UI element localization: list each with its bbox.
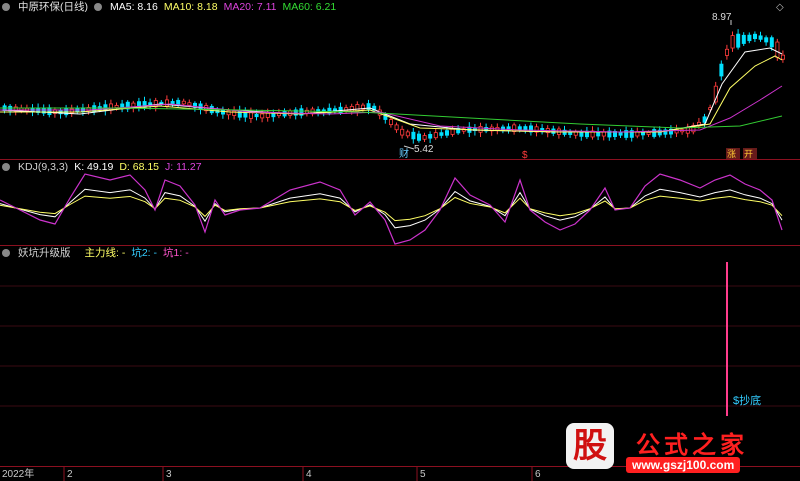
marker-kai: 开: [744, 149, 753, 159]
candle: [220, 109, 225, 115]
candle: [747, 34, 752, 42]
candles-group: [2, 29, 786, 144]
candle: [753, 33, 758, 39]
candle: [433, 132, 438, 139]
candle: [181, 100, 186, 105]
candle: [260, 113, 265, 119]
candle: [226, 110, 231, 116]
candle: [775, 41, 780, 58]
indicator-grid: [0, 285, 800, 407]
kdj-d-line: [0, 195, 783, 222]
candle: [764, 37, 769, 43]
kdj-j-line: [0, 173, 783, 245]
candle: [725, 48, 730, 56]
candle: [618, 132, 623, 136]
candle: [394, 124, 399, 131]
candlestick-chart[interactable]: 8.97 5.42 财 $ 涨 开: [0, 0, 800, 160]
candle: [478, 126, 483, 133]
candle: [388, 119, 393, 126]
candle: [47, 107, 52, 116]
watermark-name: 公式之家: [636, 432, 748, 459]
candle: [450, 128, 455, 135]
candle: [439, 132, 444, 136]
candle: [114, 105, 119, 108]
candle: [405, 131, 410, 137]
marker-zhang: 涨: [727, 149, 736, 159]
candle: [601, 131, 606, 137]
candle: [641, 132, 646, 136]
candle: [596, 131, 601, 137]
candle: [187, 102, 192, 106]
candle: [652, 129, 657, 137]
candle: [719, 63, 724, 77]
candle: [265, 112, 270, 118]
candle: [422, 135, 427, 140]
candle: [254, 113, 259, 118]
low-price-label: 5.42: [414, 144, 434, 155]
candle: [170, 101, 175, 105]
candle: [730, 35, 735, 49]
watermark-logo: 股: [566, 423, 614, 469]
candle: [176, 99, 181, 105]
kdj-k-line: [0, 188, 783, 229]
candle: [758, 35, 763, 40]
high-price-label: 8.97: [712, 12, 732, 23]
candle: [635, 131, 640, 137]
candle: [444, 130, 449, 136]
candle: [781, 54, 786, 60]
candle: [517, 126, 522, 130]
candle: [646, 132, 651, 135]
bottom-signal-label: $抄底: [733, 395, 762, 407]
candle: [428, 134, 433, 139]
candle: [400, 128, 405, 136]
candle: [741, 34, 746, 44]
candle: [769, 37, 774, 48]
candle: [411, 131, 416, 140]
candle: [416, 133, 421, 141]
kdj-chart[interactable]: [0, 160, 800, 245]
watermark-url: www.gszj100.com: [626, 457, 741, 473]
candle: [349, 106, 354, 112]
watermark: 股 公式之家 www.gszj100.com: [558, 423, 788, 478]
candle: [736, 33, 741, 48]
